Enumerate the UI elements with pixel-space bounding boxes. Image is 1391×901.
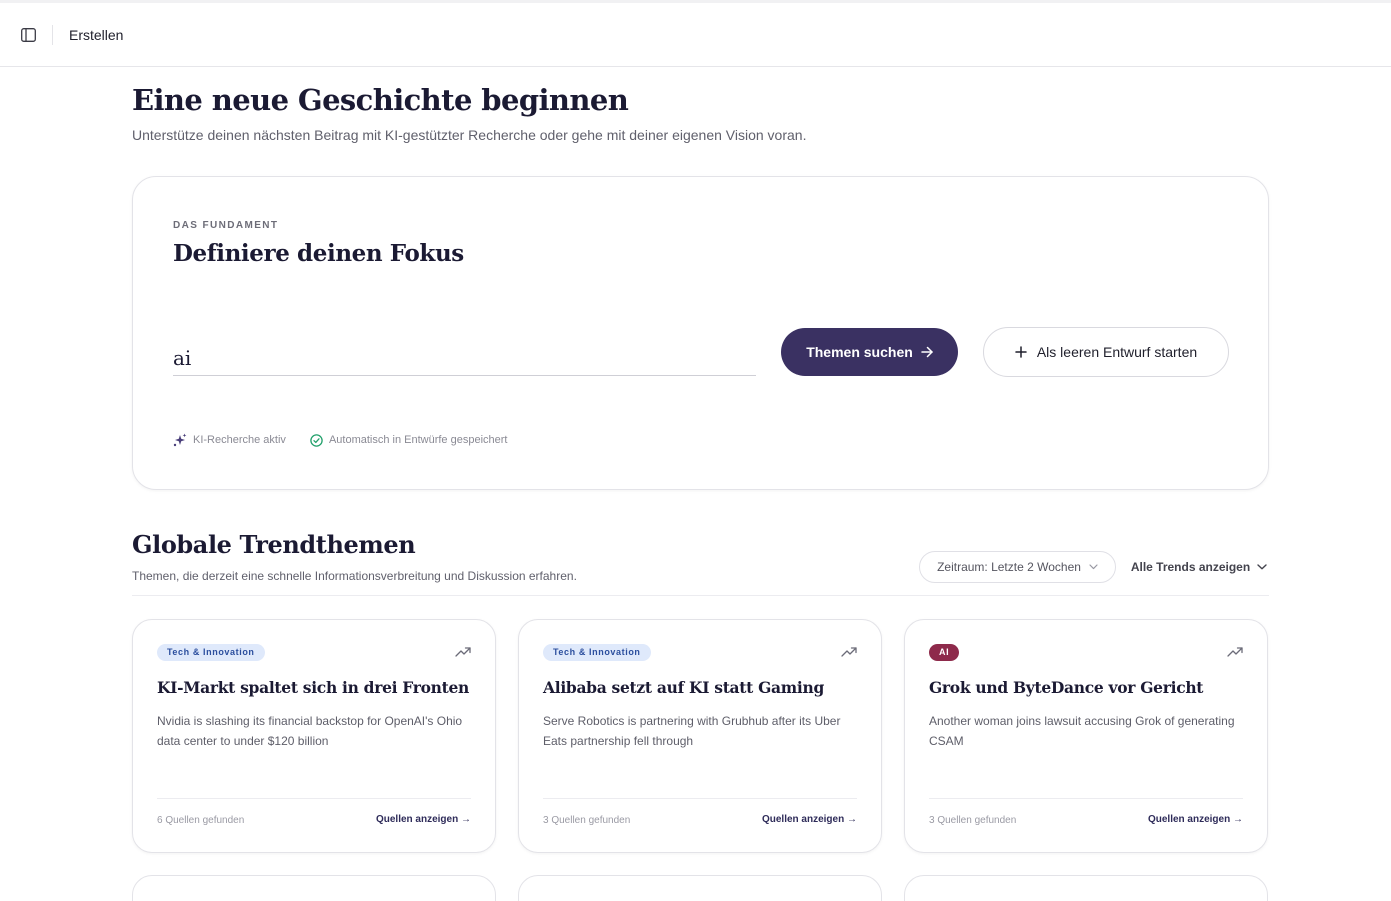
status-row: KI-Recherche aktiv Automatisch in Entwür…	[173, 433, 531, 447]
header-divider	[52, 25, 53, 45]
trending-up-icon	[1227, 647, 1243, 657]
card-divider	[929, 798, 1243, 799]
category-badge: Tech & Innovation	[543, 644, 651, 661]
chevron-down-icon	[1089, 564, 1098, 570]
check-circle-icon	[310, 433, 323, 447]
show-sources-link[interactable]: Quellen anzeigen →	[762, 814, 857, 825]
trends-divider	[132, 595, 1269, 596]
search-topics-button[interactable]: Themen suchen	[781, 328, 958, 376]
top-bar: Erstellen	[0, 3, 1391, 67]
breadcrumb: Erstellen	[69, 27, 124, 43]
chevron-down-icon	[1257, 564, 1267, 570]
card-title: Alibaba setzt auf KI statt Gaming	[543, 678, 824, 697]
period-select-label: Zeitraum: Letzte 2 Wochen	[937, 560, 1081, 574]
trend-card[interactable]: AI Grok und ByteDance vor Gericht Anothe…	[904, 619, 1268, 853]
all-trends-label: Alle Trends anzeigen	[1130, 560, 1251, 574]
card-divider	[157, 798, 471, 799]
start-blank-draft-label: Als leeren Entwurf starten	[1036, 344, 1198, 360]
status-ai-research: KI-Recherche aktiv	[173, 433, 286, 447]
focus-title: Definiere deinen Fokus	[173, 240, 464, 267]
trend-card-partial[interactable]	[132, 875, 496, 901]
sidebar-toggle-icon[interactable]	[17, 24, 39, 46]
trend-card-partial[interactable]	[518, 875, 882, 901]
show-sources-link[interactable]: Quellen anzeigen →	[1148, 814, 1243, 825]
card-title: Grok und ByteDance vor Gericht	[929, 678, 1204, 697]
plus-icon	[1015, 346, 1027, 358]
page-title: Eine neue Geschichte beginnen	[132, 83, 629, 117]
card-description: Nvidia is slashing its financial backsto…	[157, 714, 463, 748]
focus-eyebrow: DAS FUNDAMENT	[173, 220, 279, 231]
status-autosave: Automatisch in Entwürfe gespeichert	[310, 433, 508, 447]
page-subtitle: Unterstütze deinen nächsten Beitrag mit …	[132, 127, 807, 143]
trends-subtitle: Themen, die derzeit eine schnelle Inform…	[132, 569, 577, 583]
card-description: Serve Robotics is partnering with Grubhu…	[543, 714, 841, 748]
trending-up-icon	[841, 647, 857, 657]
trend-card[interactable]: Tech & Innovation Alibaba setzt auf KI s…	[518, 619, 882, 853]
focus-card: DAS FUNDAMENT Definiere deinen Fokus The…	[132, 176, 1269, 490]
card-title: KI-Markt spaltet sich in drei Fronten	[157, 678, 470, 697]
category-badge: Tech & Innovation	[157, 644, 265, 661]
trend-card[interactable]: Tech & Innovation KI-Markt spaltet sich …	[132, 619, 496, 853]
show-sources-link[interactable]: Quellen anzeigen →	[376, 814, 471, 825]
all-trends-dropdown[interactable]: Alle Trends anzeigen	[1129, 551, 1269, 583]
arrow-right-icon	[921, 346, 933, 358]
category-badge: AI	[929, 644, 960, 661]
status-autosave-label: Automatisch in Entwürfe gespeichert	[328, 434, 508, 446]
trend-card-partial[interactable]	[904, 875, 1268, 901]
card-source-count: 6 Quellen gefunden	[157, 815, 245, 826]
card-description: Another woman joins lawsuit accusing Gro…	[929, 714, 1235, 748]
search-topics-label: Themen suchen	[806, 344, 913, 360]
status-ai-research-label: KI-Recherche aktiv	[193, 434, 286, 446]
focus-input[interactable]	[173, 338, 756, 376]
trends-title: Globale Trendthemen	[132, 530, 416, 559]
card-divider	[543, 798, 857, 799]
sparkles-icon	[173, 433, 187, 447]
start-blank-draft-button[interactable]: Als leeren Entwurf starten	[983, 327, 1229, 377]
card-source-count: 3 Quellen gefunden	[543, 815, 631, 826]
card-source-count: 3 Quellen gefunden	[929, 815, 1017, 826]
period-select[interactable]: Zeitraum: Letzte 2 Wochen	[919, 551, 1116, 583]
trending-up-icon	[455, 647, 471, 657]
